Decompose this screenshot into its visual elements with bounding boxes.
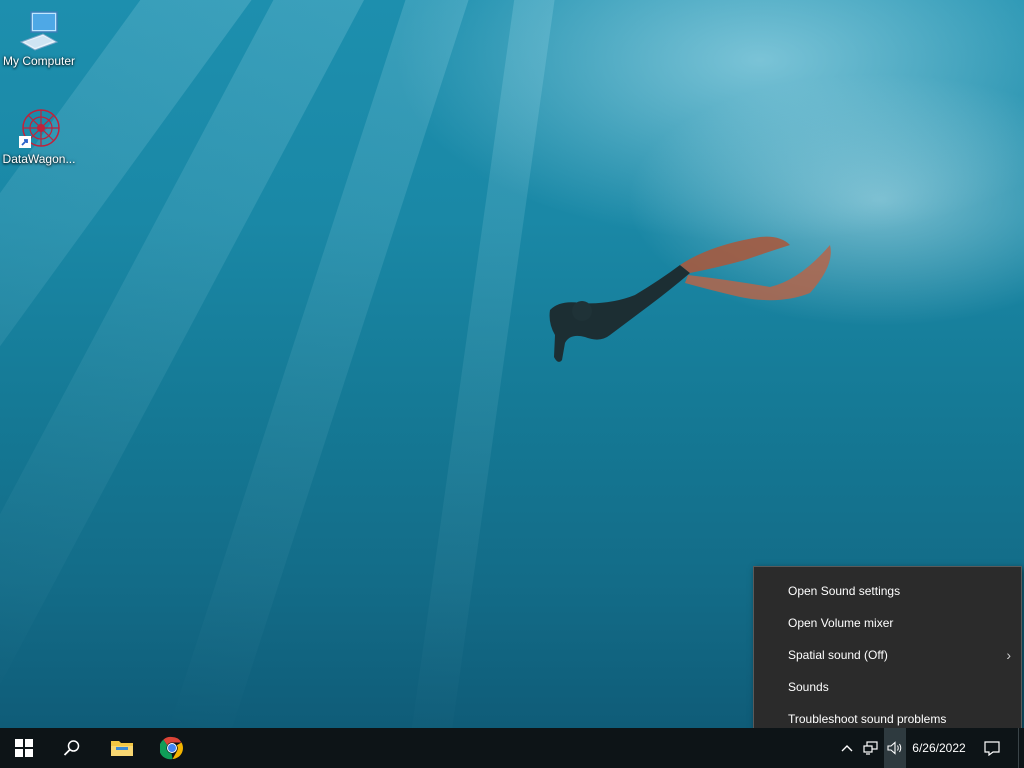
datawagon-shortcut-icon	[19, 109, 60, 148]
swimmer-image	[549, 236, 831, 362]
menu-item-open-sound-settings[interactable]: Open Sound settings	[754, 575, 1021, 607]
taskbar-chrome[interactable]	[148, 728, 196, 768]
menu-item-label: Sounds	[788, 680, 829, 694]
menu-item-label: Open Volume mixer	[788, 616, 894, 630]
volume-button[interactable]	[884, 728, 906, 768]
action-center-button[interactable]	[978, 728, 1006, 768]
taskbar-file-explorer[interactable]	[98, 728, 146, 768]
sound-context-menu: Open Sound settings Open Volume mixer Sp…	[753, 566, 1022, 742]
show-hidden-icons-button[interactable]	[838, 728, 856, 768]
menu-item-open-volume-mixer[interactable]: Open Volume mixer	[754, 607, 1021, 639]
network-icon	[863, 741, 878, 755]
show-desktop-button[interactable]	[1018, 728, 1024, 768]
menu-item-sounds[interactable]: Sounds	[754, 671, 1021, 703]
notification-icon	[984, 740, 1000, 756]
volume-icon	[887, 741, 902, 755]
chrome-icon	[160, 736, 183, 760]
desktop-icon-datawagon[interactable]: DataWagon...	[0, 106, 78, 166]
desktop-icon-label: DataWagon...	[2, 152, 76, 166]
network-button[interactable]	[860, 728, 882, 768]
menu-item-label: Open Sound settings	[788, 584, 901, 598]
start-button[interactable]	[0, 728, 48, 768]
desktop-icon-my-computer[interactable]: My Computer	[0, 8, 78, 68]
clock-date[interactable]: 6/26/2022	[908, 728, 970, 768]
search-button[interactable]	[48, 728, 96, 768]
computer-icon	[19, 11, 59, 51]
menu-item-label: Troubleshoot sound problems	[788, 712, 947, 726]
chevron-right-icon: ›	[1006, 647, 1011, 663]
menu-item-label: Spatial sound (Off)	[788, 648, 888, 662]
windows-start-icon	[15, 739, 33, 757]
taskbar: 6/26/2022	[0, 728, 1024, 768]
menu-item-spatial-sound[interactable]: Spatial sound (Off) ›	[754, 639, 1021, 671]
date-label: 6/26/2022	[912, 741, 966, 755]
desktop-icon-label: My Computer	[2, 54, 76, 68]
chevron-up-icon	[841, 745, 853, 752]
search-icon	[63, 740, 80, 756]
file-explorer-icon	[111, 741, 133, 756]
